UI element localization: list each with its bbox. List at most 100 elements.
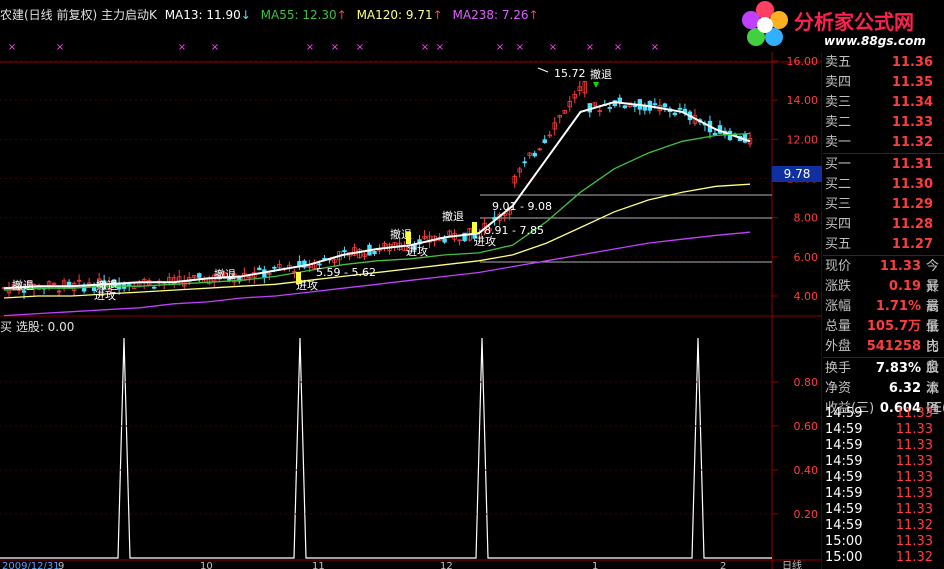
annotation-label: 撤退 [590,67,612,81]
annotation-label: 撤退 [12,278,34,292]
y-tick-label: 0.40 [794,464,819,477]
lower-panel-title: 买 选股: 0.00 [0,320,75,334]
quote-value: 11.33 [891,115,933,130]
tick-list[interactable]: 14:59 11.33 14:59 11.33 14:59 11.33 14:59 11.33… [823,405,944,569]
ma-line-ma55 [3,132,751,291]
quote-row: 买五 11.27 [823,234,943,255]
attack-marker-icon [406,232,411,244]
x-axis-label: 1 [592,561,598,569]
y-tick-label: 14.00 [787,94,819,107]
candle-body [372,251,377,254]
quote-value: 0.19 [888,279,921,294]
quote-row: 卖五 11.36 [823,52,943,73]
y-tick-label: 6.00 [794,251,819,264]
annotation-label: 撤退 [214,267,236,281]
quote-row: 卖三 11.34 [823,92,943,113]
annotation-label: 5.59 - 5.62 [316,266,376,279]
signal-mark-icon: × [586,42,594,53]
quote-row: 现价 11.33 今开 [823,256,943,295]
annotation-label: 撤退 [442,209,464,223]
signal-mark-icon: × [331,42,339,53]
quote-label: 卖三 [825,95,852,110]
quote-label: 买三 [825,197,852,212]
y-tick-label: 12.00 [787,133,819,146]
quote-value: 7.83% [875,361,921,376]
signal-mark-icon: × [8,42,16,53]
signal-mark-icon: × [614,42,622,53]
candle-body [197,273,202,278]
quote-label: 现价 [825,259,852,274]
attack-marker-icon [472,222,477,234]
quote-row: 总量 105.7万 量比 [823,316,943,355]
quote-value: 11.33 [879,259,921,274]
y-tick-label: 16.00 [787,55,819,68]
price-chart[interactable]: × × × × × × × × × × × × × × × 15.72 撤退撤退撤退撤退撤退撤退进攻进攻进攻进… [0,0,822,569]
down-arrow-icon [593,82,599,88]
candle-body [622,105,628,109]
quote-label: 卖五 [825,55,852,70]
quote-value: 105.7万 [866,319,921,334]
annotation-label: 9.01 - 9.08 [492,200,552,213]
signal-mark-icon: × [211,42,219,53]
candle-body [342,250,347,253]
quote-value: 1.71% [875,299,921,314]
quote-label: 卖二 [825,115,852,130]
x-axis-label: 12 [440,561,453,569]
quote-row: 买一 11.31 [823,154,943,175]
annotation-label: 进攻 [94,288,116,302]
annotation-label: 进攻 [406,244,428,258]
peak-pointer [537,67,549,73]
signal-mark-icon: × [496,42,504,53]
quote-value: 541258 [866,339,921,354]
attack-marker-icon [296,272,301,284]
site-url: www.88gs.com [824,34,926,48]
quote-label: 总量 [825,319,852,334]
quote-row: 买四 11.28 [823,214,943,235]
candle-body [642,106,648,111]
candle-body [257,267,262,271]
quote-label: 买五 [825,237,852,252]
candle-body [532,152,537,157]
y-tick-label: 0.80 [794,376,819,389]
tick-row[interactable]: 15:00 11.32 [823,549,943,567]
quote-row: 买二 11.30 [823,174,943,195]
y-tick-label: 8.00 [794,212,819,225]
quote-row: 卖二 11.33 [823,112,943,133]
quote-row: 外盘 541258 内盘 [823,336,943,375]
quote-value: 11.27 [891,237,933,252]
candle-body [442,238,447,243]
candle-body [317,263,322,266]
tick-time: 15:00 [825,550,863,565]
quote-label: 买一 [825,157,852,172]
quote-value: 11.28 [891,217,933,232]
x-axis-label: 10 [200,561,213,569]
quote-label: 净资 [825,381,852,396]
quote-row: 净资 6.32 流通 [823,378,943,417]
candle-body [522,161,527,164]
ma-line-ma238 [3,231,751,317]
candle-body [587,103,592,113]
quote-value: 6.32 [888,381,921,396]
candle-body [672,112,678,116]
quote-row: 卖一 11.32 [823,132,943,153]
x-axis-label: 11 [312,561,325,569]
quote-label: 买四 [825,217,852,232]
quote-label: 卖四 [825,75,852,90]
tick-price: 11.32 [895,550,933,565]
signal-line [0,337,772,559]
x-axis-label: 2 [720,561,726,569]
y-tick-label: 0.60 [794,420,819,433]
y-tick-label: 0.20 [794,508,819,521]
current-price-tag: 9.78 [772,166,822,182]
candle-body [542,139,547,143]
quote-label: 买二 [825,177,852,192]
quote-value: 11.32 [891,135,933,150]
quote-panel: 卖五 11.36 卖四 11.35 卖三 11.34 卖二 11.33 卖一 11.32 买一 11.… [823,52,944,417]
quote-row: 涨幅 1.71% 最低 [823,296,943,335]
signal-mark-icon: × [651,42,659,53]
signal-mark-icon: × [436,42,444,53]
candle-body [617,97,623,103]
quote-label: 涨幅 [825,299,852,314]
x-axis-label: 9 [58,561,64,569]
signal-mark-icon: × [421,42,429,53]
